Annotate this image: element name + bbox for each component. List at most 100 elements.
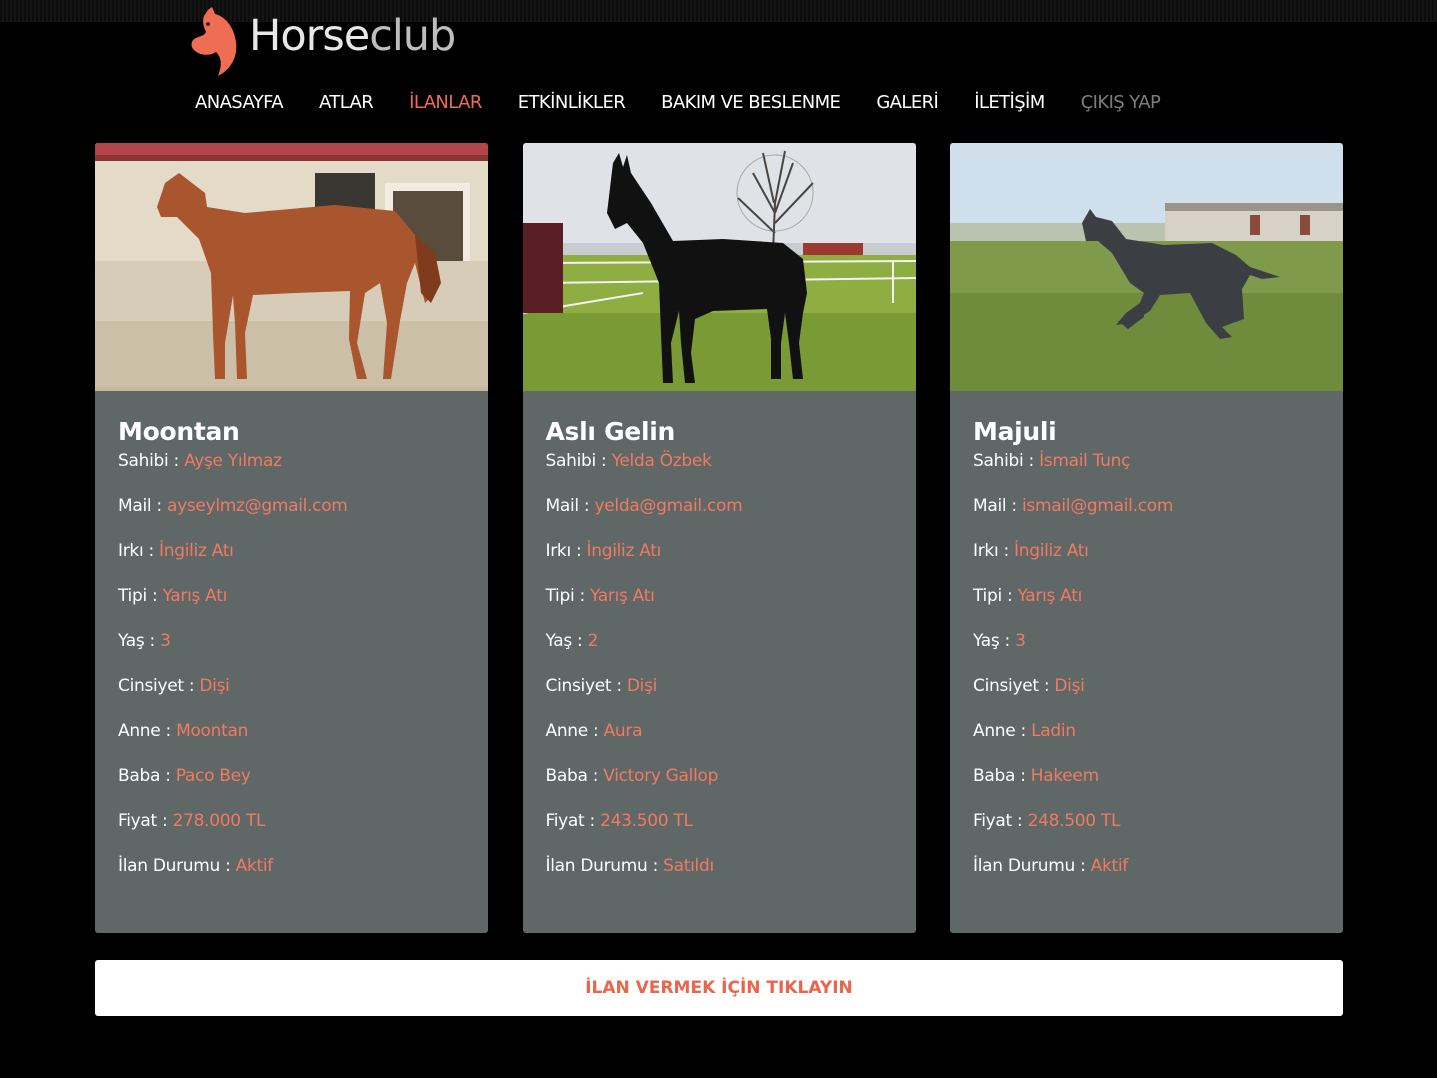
breed-row: Irkı : İngiliz Atı <box>973 539 1320 584</box>
price-row: Fiyat : 278.000 TL <box>118 809 465 854</box>
mother-row: Anne : Aura <box>546 719 893 764</box>
father-row: Baba : Victory Gallop <box>546 764 893 809</box>
type-row: Tipi : Yarış Atı <box>546 584 893 629</box>
horse-name: Moontan <box>118 417 240 446</box>
mail-label: Mail : <box>118 496 162 516</box>
grey-horse-photo <box>950 143 1343 391</box>
nav-item-ilanlar[interactable]: İLANLAR <box>409 92 482 113</box>
father-row: Baba : Paco Bey <box>118 764 465 809</box>
price-label: Fiyat : <box>118 811 168 831</box>
type-value: Yarış Atı <box>162 586 228 606</box>
main-nav: ANASAYFA ATLAR İLANLAR ETKİNLİKLER BAKIM… <box>195 88 1196 116</box>
mail-label: Mail : <box>973 496 1017 516</box>
mail-label: Mail : <box>545 496 590 516</box>
mother-label: Anne : <box>118 721 171 741</box>
listing-card: Majuli Sahibi : İsmail Tunç Mail : ismai… <box>950 143 1343 933</box>
price-value: 243.500 TL <box>600 811 693 831</box>
breed-value: İngiliz Atı <box>1014 541 1089 561</box>
brand-name: Horseclub <box>249 11 456 61</box>
gender-row: Cinsiyet : Dişi <box>546 674 893 719</box>
create-listing-button[interactable]: İLAN VERMEK İÇİN TIKLAYIN <box>95 960 1343 1016</box>
horse-name: Majuli <box>973 417 1057 446</box>
owner-value: İsmail Tunç <box>1039 451 1131 471</box>
price-label: Fiyat : <box>545 811 596 831</box>
age-row: Yaş : 2 <box>546 629 893 674</box>
mail-value: ismail@gmail.com <box>1021 496 1174 516</box>
status-label: İlan Durumu : <box>118 856 231 876</box>
nav-item-atlar[interactable]: ATLAR <box>319 92 374 113</box>
breed-value: İngiliz Atı <box>159 541 234 561</box>
type-row: Tipi : Yarış Atı <box>118 584 465 629</box>
gender-value: Dişi <box>199 676 230 696</box>
gender-label: Cinsiyet : <box>545 676 623 696</box>
mail-value: ayseylmz@gmail.com <box>166 496 348 516</box>
father-value: Victory Gallop <box>603 766 719 786</box>
gender-row: Cinsiyet : Dişi <box>118 674 465 719</box>
nav-item-galeri[interactable]: GALERİ <box>876 92 938 113</box>
age-row: Yaş : 3 <box>118 629 465 674</box>
chestnut-horse-photo <box>95 143 488 391</box>
father-label: Baba : <box>545 766 599 786</box>
mother-row: Anne : Moontan <box>118 719 465 764</box>
breed-label: Irkı : <box>545 541 582 561</box>
brand-name-part1: Horse <box>249 11 370 61</box>
age-label: Yaş : <box>118 631 155 651</box>
nav-item-bakim-ve-beslenme[interactable]: BAKIM VE BESLENME <box>661 92 841 113</box>
mother-row: Anne : Ladin <box>973 719 1320 764</box>
mail-row: Mail : ismail@gmail.com <box>973 494 1320 539</box>
nav-item-anasayfa[interactable]: ANASAYFA <box>195 92 284 113</box>
mail-value: yelda@gmail.com <box>594 496 743 516</box>
nav-item-etkinlikler[interactable]: ETKİNLİKLER <box>518 92 626 113</box>
mother-value: Ladin <box>1031 721 1076 741</box>
owner-row: Sahibi : İsmail Tunç <box>973 449 1320 494</box>
type-value: Yarış Atı <box>590 586 655 606</box>
father-label: Baba : <box>118 766 171 786</box>
status-row: İlan Durumu : Aktif <box>118 854 465 899</box>
mail-row: Mail : yelda@gmail.com <box>546 494 893 539</box>
owner-label: Sahibi : <box>118 451 179 471</box>
owner-value: Ayşe Yılmaz <box>184 451 282 471</box>
type-row: Tipi : Yarış Atı <box>973 584 1320 629</box>
black-horse-photo <box>522 143 916 391</box>
owner-row: Sahibi : Ayşe Yılmaz <box>118 449 465 494</box>
breed-label: Irkı : <box>118 541 154 561</box>
breed-row: Irkı : İngiliz Atı <box>118 539 465 584</box>
status-row: İlan Durumu : Satıldı <box>546 854 893 899</box>
father-label: Baba : <box>973 766 1026 786</box>
listing-cards: Moontan Sahibi : Ayşe Yılmaz Mail : ayse… <box>95 143 1343 933</box>
mail-row: Mail : ayseylmz@gmail.com <box>118 494 465 539</box>
age-value: 3 <box>1015 631 1026 651</box>
age-value: 3 <box>160 631 171 651</box>
price-value: 248.500 TL <box>1027 811 1121 831</box>
mother-value: Moontan <box>176 721 249 741</box>
age-value: 2 <box>587 631 599 651</box>
status-value: Aktif <box>235 856 274 876</box>
mother-label: Anne : <box>545 721 599 741</box>
price-row: Fiyat : 243.500 TL <box>546 809 893 854</box>
owner-label: Sahibi : <box>545 451 607 471</box>
father-value: Paco Bey <box>175 766 251 786</box>
age-label: Yaş : <box>973 631 1010 651</box>
type-label: Tipi : <box>118 586 158 606</box>
price-row: Fiyat : 248.500 TL <box>973 809 1320 854</box>
father-row: Baba : Hakeem <box>973 764 1320 809</box>
age-row: Yaş : 3 <box>973 629 1320 674</box>
type-label: Tipi : <box>973 586 1013 606</box>
owner-row: Sahibi : Yelda Özbek <box>546 449 893 494</box>
status-label: İlan Durumu : <box>545 856 659 876</box>
gender-value: Dişi <box>1054 676 1085 696</box>
type-value: Yarış Atı <box>1017 586 1083 606</box>
breed-row: Irkı : İngiliz Atı <box>546 539 893 584</box>
status-value: Satıldı <box>663 856 714 876</box>
owner-value: Yelda Özbek <box>611 451 712 471</box>
listing-card: Aslı Gelin Sahibi : Yelda Özbek Mail : y… <box>522 143 916 933</box>
breed-value: İngiliz Atı <box>586 541 662 561</box>
nav-item-iletisim[interactable]: İLETİŞİM <box>974 92 1045 113</box>
mother-label: Anne : <box>973 721 1026 741</box>
breed-label: Irkı : <box>973 541 1009 561</box>
status-value: Aktif <box>1090 856 1129 876</box>
nav-item-cikis-yap[interactable]: ÇIKIŞ YAP <box>1081 92 1161 113</box>
status-row: İlan Durumu : Aktif <box>973 854 1320 899</box>
owner-label: Sahibi : <box>973 451 1034 471</box>
site-logo[interactable]: Horseclub <box>188 6 456 78</box>
